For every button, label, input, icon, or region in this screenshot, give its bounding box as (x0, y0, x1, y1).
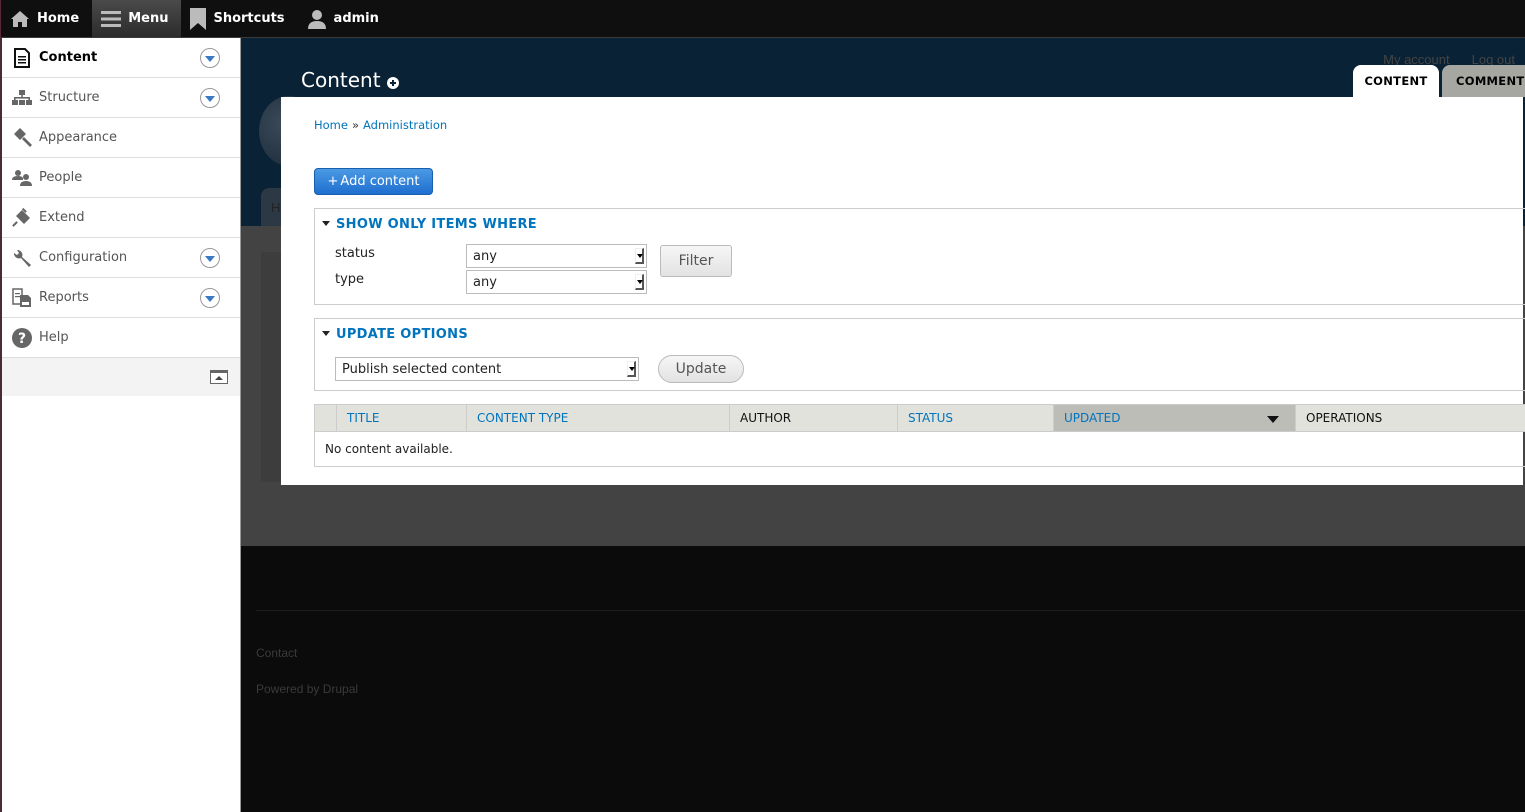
update-button[interactable]: Update (658, 355, 744, 383)
collapse-triangle-icon (322, 330, 330, 336)
tray-item-help[interactable]: ? Help (2, 318, 240, 358)
tray-footer (2, 358, 240, 396)
status-select-value: any (473, 249, 497, 264)
document-icon (11, 47, 33, 69)
toolbar-user[interactable]: admin (298, 0, 392, 37)
toolbar-home-label: Home (37, 11, 80, 26)
add-shortcut-icon[interactable] (386, 76, 399, 89)
toolbar-user-label: admin (333, 11, 379, 26)
tray-item-people[interactable]: People (2, 158, 240, 198)
toolbar-menu[interactable]: Menu (92, 0, 182, 37)
tray-item-configuration[interactable]: Configuration (2, 238, 240, 278)
dropdown-arrow-icon (627, 361, 636, 377)
footer-divider (256, 610, 1525, 611)
toolbar-shortcuts-label: Shortcuts (213, 11, 285, 26)
chevron-down-icon[interactable] (200, 48, 220, 68)
tray-item-label: Structure (39, 90, 100, 105)
overlay-title: Content (301, 68, 399, 92)
dropdown-arrow-icon (635, 248, 644, 264)
status-label: status (335, 246, 375, 261)
dropdown-arrow-icon (635, 274, 644, 290)
reports-icon (11, 287, 33, 309)
type-label: type (335, 272, 365, 287)
type-select-value: any (473, 275, 497, 290)
toolbar-shortcuts[interactable]: Shortcuts (181, 0, 297, 37)
bookmark-icon (190, 7, 207, 30)
update-action-select[interactable]: Publish selected content (335, 357, 639, 381)
tray-item-reports[interactable]: Reports (2, 278, 240, 318)
update-legend-label: UPDATE OPTIONS (336, 327, 468, 342)
home-icon (11, 10, 29, 27)
breadcrumb-separator: » (351, 118, 360, 132)
add-content-label: Add content (340, 174, 420, 189)
admin-tray: Content Structure Appearance People Exte… (0, 38, 241, 812)
breadcrumb-home[interactable]: Home (314, 118, 348, 132)
tab-content[interactable]: CONTENT (1353, 65, 1439, 97)
help-icon: ? (11, 327, 33, 349)
filter-legend[interactable]: SHOW ONLY ITEMS WHERE (322, 217, 537, 232)
user-icon (307, 9, 326, 29)
update-fieldset: UPDATE OPTIONS Publish selected content … (314, 318, 1525, 391)
page-title: Content (301, 68, 381, 92)
toolbar-home[interactable]: Home (1, 0, 92, 37)
empty-message: No content available. (325, 442, 453, 456)
column-title[interactable]: TITLE (336, 404, 467, 432)
column-author: AUTHOR (729, 404, 898, 432)
tray-item-structure[interactable]: Structure (2, 78, 240, 118)
plus-icon: + (327, 174, 339, 189)
breadcrumb: Home» Administration (314, 118, 447, 132)
column-status[interactable]: STATUS (897, 404, 1054, 432)
chevron-down-icon[interactable] (200, 88, 220, 108)
svg-text:?: ? (18, 331, 26, 347)
table-row: No content available. (315, 432, 1525, 467)
sitemap-icon (11, 87, 33, 109)
tray-item-label: Content (39, 50, 98, 65)
tray-item-label: Extend (39, 210, 85, 225)
filter-legend-label: SHOW ONLY ITEMS WHERE (336, 217, 537, 232)
column-operations: OPERATIONS (1295, 404, 1525, 432)
table-header-row: TITLE CONTENT TYPE AUTHOR STATUS UPDATED… (314, 404, 1525, 432)
chevron-down-icon[interactable] (200, 288, 220, 308)
tab-comments[interactable]: COMMENTS (1442, 65, 1525, 97)
sort-descending-icon (1267, 416, 1279, 423)
column-updated[interactable]: UPDATED (1053, 404, 1296, 432)
status-select[interactable]: any (466, 244, 647, 268)
tray-item-content[interactable]: Content (2, 38, 240, 78)
tray-item-label: Reports (39, 290, 89, 305)
type-select[interactable]: any (466, 270, 647, 294)
toolbar-menu-label: Menu (128, 11, 169, 26)
footer-contact-link[interactable]: Contact (256, 646, 297, 660)
admin-toolbar: Home Menu Shortcuts admin (0, 0, 1525, 38)
tray-item-label: Help (39, 330, 69, 345)
site-footer: Contact Powered by Drupal (241, 546, 1525, 812)
paintbrush-icon (11, 127, 33, 149)
people-icon (11, 167, 33, 189)
breadcrumb-administration[interactable]: Administration (363, 118, 447, 132)
filter-button[interactable]: Filter (660, 245, 732, 277)
filter-fieldset: SHOW ONLY ITEMS WHERE status type any an… (314, 208, 1525, 305)
update-legend[interactable]: UPDATE OPTIONS (322, 327, 468, 342)
content-table: TITLE CONTENT TYPE AUTHOR STATUS UPDATED… (314, 404, 1525, 467)
tray-item-label: People (39, 170, 83, 185)
select-all-column[interactable] (314, 404, 337, 432)
collapse-triangle-icon (322, 220, 330, 226)
tray-item-label: Appearance (39, 130, 118, 145)
column-content-type[interactable]: CONTENT TYPE (466, 404, 730, 432)
wrench-icon (11, 247, 33, 269)
tray-orientation-toggle-icon[interactable] (210, 370, 228, 384)
column-updated-label: UPDATED (1064, 411, 1121, 425)
overlay-panel: Home» Administration + Add content SHOW O… (281, 97, 1525, 485)
hamburger-icon (101, 10, 122, 27)
add-content-button[interactable]: + Add content (314, 168, 433, 195)
update-action-value: Publish selected content (342, 362, 502, 377)
footer-powered-by: Powered by Drupal (256, 682, 359, 696)
tray-item-appearance[interactable]: Appearance (2, 118, 240, 158)
tray-item-label: Configuration (39, 250, 128, 265)
tray-item-extend[interactable]: Extend (2, 198, 240, 238)
chevron-down-icon[interactable] (200, 248, 220, 268)
plug-icon (11, 207, 33, 229)
